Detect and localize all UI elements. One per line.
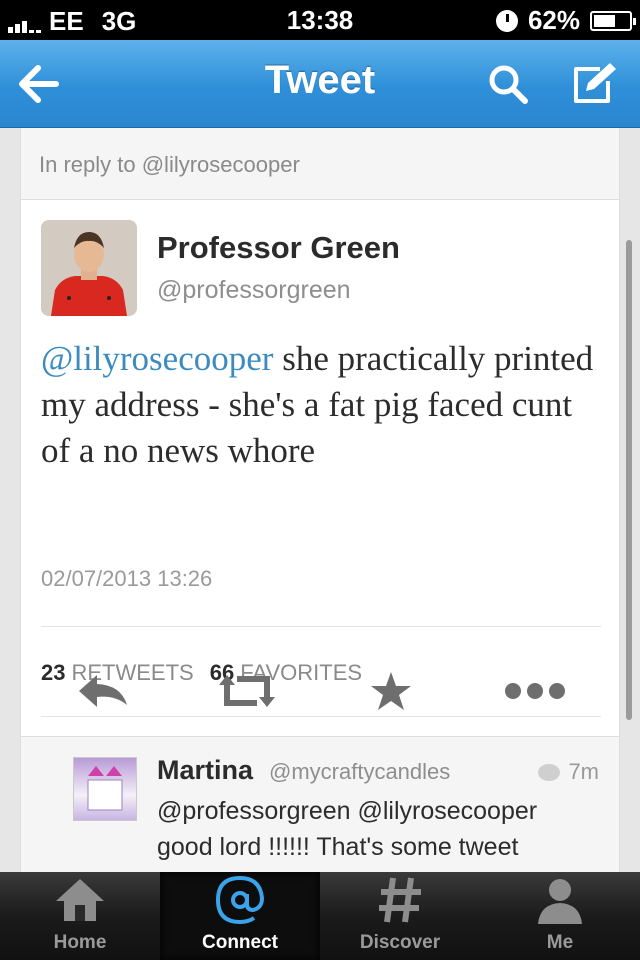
reply-author-name[interactable]: Martina [157,755,253,786]
tab-home[interactable]: Home [0,872,160,960]
reply-time-label: 7m [568,759,599,784]
status-right: 62% [495,5,636,36]
tab-label: Connect [202,932,278,953]
tab-me[interactable]: Me [480,872,640,960]
candle-product-icon [87,766,123,811]
avatar[interactable] [41,220,137,316]
more-icon [505,683,565,699]
retweet-button[interactable] [212,666,282,716]
reply-author-handle[interactable]: @mycraftycandles [269,759,450,785]
alarm-clock-icon [495,9,518,32]
retweet-icon [219,675,275,707]
reply-text: @professorgreen @lilyrosecooper good lor… [157,797,538,861]
compose-button[interactable] [564,56,624,112]
author-handle[interactable]: @professorgreen [157,276,351,305]
in-reply-to[interactable]: In reply to @lilyrosecooper [20,128,620,200]
page-title: Tweet [264,58,376,102]
star-icon [371,672,411,710]
tweet-detail: In reply to @lilyrosecooper Professor Gr… [20,128,620,872]
mention-link[interactable]: @lilyrosecooper [41,339,273,378]
divider [41,626,601,627]
compose-icon [574,63,616,103]
more-button[interactable] [500,666,570,716]
status-bar: EE 3G 13:38 62% [0,0,640,40]
favorite-button[interactable] [356,666,426,716]
avatar[interactable] [73,757,137,821]
conversation-bubble-icon [538,763,561,781]
tweet-timestamp: 02/07/2013 13:26 [41,566,213,591]
tweet-text: @lilyrosecooper she practically printed … [41,336,606,474]
tab-label: Home [53,932,107,953]
home-icon [56,879,104,921]
search-icon [489,65,528,104]
scrollbar[interactable] [626,240,632,720]
reply-icon [79,675,127,707]
tab-label: Me [546,932,574,953]
tab-discover[interactable]: Discover [320,872,480,960]
tab-bar: Home Connect Discover Me [0,872,640,960]
profile-photo-icon [41,220,137,316]
reply-button[interactable] [68,666,138,716]
author-name[interactable]: Professor Green [157,230,400,266]
navigation-bar: Tweet [0,40,640,128]
hashtag-icon [379,877,421,923]
person-icon [538,879,582,924]
tab-label: Discover [359,932,441,953]
tweet-actions [20,648,620,728]
at-sign-icon [215,875,265,925]
tab-connect[interactable]: Connect [160,872,320,960]
battery-icon [590,10,636,31]
reply-tweet[interactable]: Martina @mycraftycandles 7m @professorgr… [20,736,620,872]
reply-time: 7m [538,759,599,785]
battery-percent: 62% [527,5,580,35]
search-button[interactable] [478,56,538,112]
